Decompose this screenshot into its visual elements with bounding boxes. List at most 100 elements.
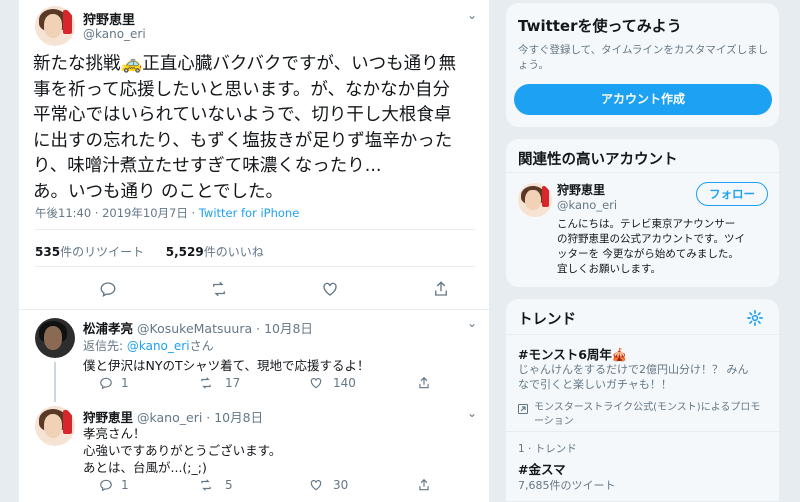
trend-name: #モンスト6周年🎪 <box>518 347 628 362</box>
related-accounts-card: 関連性の高いアカウント 狩野恵里 @kano_eri フォロー こんにちは。テレ… <box>505 138 780 288</box>
author-name[interactable]: 狩野恵里 <box>83 9 135 28</box>
like-count: 140 <box>333 376 356 390</box>
trend-meta: 1 · トレンド <box>518 443 577 455</box>
reply-to-handle[interactable]: @kano_eri <box>127 339 190 353</box>
like-icon[interactable] <box>321 280 339 302</box>
author-handle[interactable]: @kano_eri <box>83 27 146 41</box>
follow-button[interactable]: フォロー <box>696 182 768 206</box>
reply-header: 狩野恵里 @kano_eri · 10月8日 <box>83 407 263 426</box>
tweet-text-line: に出すの忘れたり、もずく塩抜きが足りず塩辛かった <box>33 130 453 151</box>
share-icon[interactable] <box>417 376 431 393</box>
tweet-text-line: 新たな挑戦🚕正直心臓バクバクですが、いつも通り無 <box>33 54 457 74</box>
trend-promotion: モンスターストライク公式(モンスト)によるプロモ ーション <box>534 401 760 429</box>
reply-date[interactable]: · 10月8日 <box>252 321 313 336</box>
trend-name: #金スマ <box>518 462 566 477</box>
like-count: 30 <box>333 478 349 492</box>
tweet-timestamp-row: 午後11:40 · 2019年10月7日 · Twitter for iPhon… <box>35 205 299 221</box>
trend-promotion-line: ーション <box>534 416 574 427</box>
create-account-button[interactable]: アカウント作成 <box>514 84 772 115</box>
retweets-stat[interactable]: 535件のリツイート <box>35 245 144 259</box>
related-bio-line: こんにちは。テレビ東京アナウンサー <box>557 218 736 230</box>
chevron-down-icon[interactable]: ⌄ <box>467 8 477 22</box>
reply-text-line: あとは、台風が...(;_;) <box>83 460 207 475</box>
chevron-down-icon[interactable]: ⌄ <box>467 406 477 420</box>
retweet-icon[interactable] <box>199 478 213 495</box>
like-icon[interactable] <box>309 478 323 495</box>
reply-avatar[interactable] <box>35 406 75 446</box>
reply-header: 松浦孝亮 @KosukeMatsuura · 10月8日 <box>83 318 313 337</box>
retweet-count: 17 <box>225 376 241 390</box>
related-name[interactable]: 狩野恵里 <box>557 181 605 198</box>
tweet-text-line: 平常心ではいられていないようで、切り干し大根食卓 <box>33 105 452 126</box>
retweet-count: 5 <box>225 478 233 492</box>
signup-description: 今すぐ登録して、タイムラインをカスタマイズしましょう。 <box>518 44 769 71</box>
reply-icon[interactable] <box>99 478 113 495</box>
retweets-label: 件のリツイート <box>60 245 145 259</box>
like-icon[interactable] <box>309 376 323 393</box>
trend-promotion-line: モンスターストライク公式(モンスト)によるプロモ <box>534 402 761 413</box>
trends-card: トレンド #モンスト6周年🎪 じゃんけんをするだけで2億円山分け！？ みん なで… <box>505 298 780 502</box>
related-divider <box>506 172 779 173</box>
divider <box>35 229 475 230</box>
related-title: 関連性の高いアカウント <box>518 152 678 168</box>
likes-count: 5,529 <box>165 245 204 259</box>
reply-count: 1 <box>121 376 129 390</box>
tweet-source[interactable]: Twitter for iPhone <box>199 206 300 220</box>
reply-author-name[interactable]: 松浦孝亮 <box>83 321 133 336</box>
tweet-stats: 535件のリツイート 5,529件のいいね <box>35 243 264 260</box>
reply-icon[interactable] <box>99 280 117 302</box>
trend-description-line: なで引くと楽しいガチャも！！ <box>518 378 672 391</box>
trend-description: じゃんけんをするだけで2億円山分け！？ みん なで引くと楽しいガチャも！！ <box>518 362 749 392</box>
retweet-icon[interactable] <box>210 280 228 302</box>
related-bio-line: ッターを 今更ながら始めてみました。 <box>557 248 739 260</box>
chevron-down-icon[interactable]: ⌄ <box>467 316 477 330</box>
tweet-text-line: り、味噌汁煮立たせすぎて味濃くなったり... <box>33 156 382 177</box>
reply-icon[interactable] <box>99 376 113 393</box>
related-bio-line: 宜しくお願いします。 <box>557 263 661 275</box>
share-icon[interactable] <box>432 280 450 302</box>
related-avatar[interactable] <box>518 183 552 217</box>
trend-item[interactable]: 1 · トレンド #金スマ 7,685件のツイート <box>506 432 779 502</box>
gear-icon[interactable] <box>746 309 764 331</box>
reply-to-line: 返信先: @kano_eriさん <box>83 337 214 354</box>
tweet-text-line: 事を祈って応援したいと思います。が、なかなか自分 <box>33 79 451 100</box>
share-icon[interactable] <box>417 478 431 495</box>
divider <box>35 266 475 267</box>
signup-card: Twitterを使ってみよう 今すぐ登録して、タイムラインをカスタマイズしましょ… <box>505 2 780 128</box>
reply-tweet[interactable]: 松浦孝亮 @KosukeMatsuura · 10月8日 ⌄ 返信先: @kan… <box>19 310 489 402</box>
trend-count: 7,685件のツイート <box>518 479 616 492</box>
trends-title: トレンド <box>518 312 576 328</box>
reply-to-suffix: さん <box>189 339 214 353</box>
reply-text: 僕と伊沢はNYのTシャツ着て、現地で応援するよ！ <box>83 358 370 373</box>
reply-tweet[interactable]: 狩野恵里 @kano_eri · 10月8日 ⌄ 孝亮さん！ 心強いですありがと… <box>19 400 489 500</box>
reply-author-handle[interactable]: @KosukeMatsuura <box>137 321 252 336</box>
reply-count: 1 <box>121 478 129 492</box>
likes-stat[interactable]: 5,529件のいいね <box>166 245 264 259</box>
reply-text: 孝亮さん！ 心強いですありがとうございます。 あとは、台風が...(;_;) <box>83 425 281 476</box>
trend-item[interactable]: #モンスト6周年🎪 じゃんけんをするだけで2億円山分け！？ みん なで引くと楽し… <box>506 335 779 431</box>
tweet-text-line: あ。いつも通り のことでした。 <box>33 181 284 202</box>
create-account-label: アカウント作成 <box>600 92 685 106</box>
retweets-count: 535 <box>35 245 61 259</box>
tweet-text: 新たな挑戦🚕正直心臓バクバクですが、いつも通り無 事を祈って応援したいと思います… <box>33 52 489 206</box>
reply-author-name[interactable]: 狩野恵里 <box>83 410 133 425</box>
tweet-timestamp[interactable]: 午後11:40 · 2019年10月7日 · <box>35 206 199 220</box>
likes-label: 件のいいね <box>203 245 264 259</box>
follow-label: フォロー <box>709 187 755 201</box>
reply-avatar[interactable] <box>35 318 75 358</box>
author-avatar[interactable] <box>35 6 75 46</box>
promoted-icon <box>518 404 528 414</box>
reply-author-handle[interactable]: @kano_eri <box>137 410 202 425</box>
reply-date[interactable]: · 10月8日 <box>202 410 263 425</box>
related-bio-line: の狩野恵里の公式アカウントです。ツイ <box>557 233 745 245</box>
thread-line <box>54 362 56 402</box>
reply-to-prefix: 返信先: <box>83 339 127 353</box>
related-handle[interactable]: @kano_eri <box>557 198 617 212</box>
related-bio: こんにちは。テレビ東京アナウンサー の狩野恵里の公式アカウントです。ツイ ッター… <box>557 217 779 277</box>
tweet-column: 狩野恵里 @kano_eri ⌄ 新たな挑戦🚕正直心臓バクバクですが、いつも通り… <box>18 0 490 502</box>
trend-description-line: じゃんけんをするだけで2億円山分け！？ みん <box>518 363 749 376</box>
reply-text-line: 孝亮さん！ <box>83 426 146 441</box>
reply-text-line: 心強いですありがとうございます。 <box>83 443 282 458</box>
retweet-icon[interactable] <box>199 376 213 393</box>
signup-title: Twitterを使ってみよう <box>518 17 682 35</box>
